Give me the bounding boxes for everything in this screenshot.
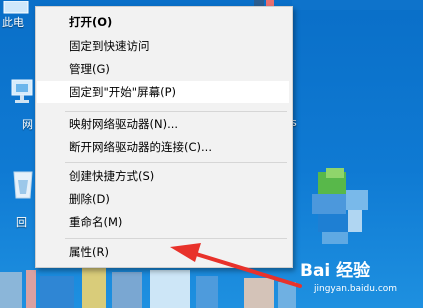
desktop: 此电 网 回 s 打开(O) 固定到快速访问 管理(G) 固定到"开始"屏幕(P… bbox=[0, 0, 423, 308]
watermark-brand: Bai 经验 bbox=[300, 261, 371, 281]
watermark-domain: jingyan.baidu.com bbox=[314, 284, 398, 294]
